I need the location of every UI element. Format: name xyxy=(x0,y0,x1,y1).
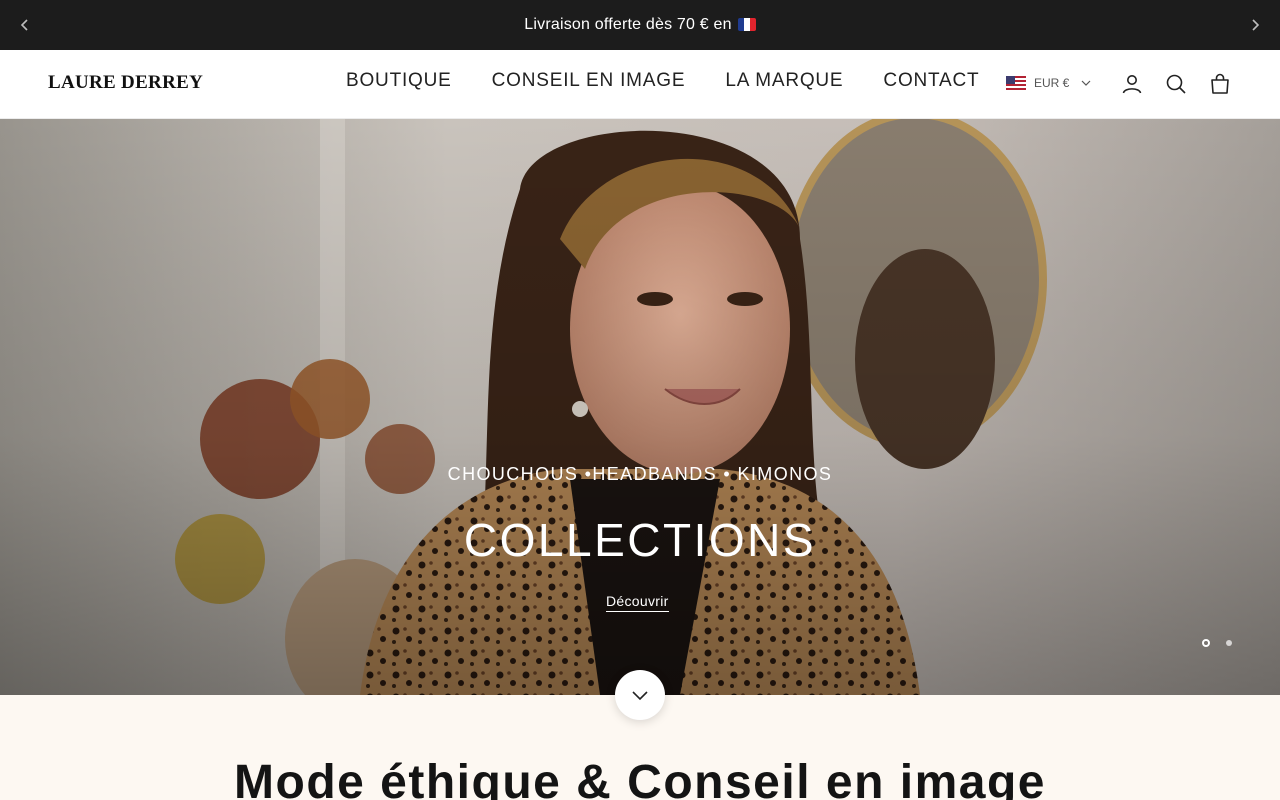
section-heading: Mode éthique & Conseil en image xyxy=(234,756,1046,800)
chevron-down-icon xyxy=(1081,80,1091,86)
announcement-bar: Livraison offerte dès 70 € en xyxy=(0,0,1280,50)
discover-link[interactable]: Découvrir xyxy=(606,593,669,612)
search-icon[interactable] xyxy=(1164,72,1188,96)
announcement-text: Livraison offerte dès 70 € en xyxy=(524,16,732,33)
nav-item-la-marque[interactable]: LA MARQUE xyxy=(725,70,843,92)
slide-dot-2[interactable] xyxy=(1226,640,1232,646)
announcement-message: Livraison offerte dès 70 € en xyxy=(524,16,756,34)
slide-dot-1[interactable] xyxy=(1202,639,1210,647)
main-nav: BOUTIQUE CONSEIL EN IMAGE LA MARQUE CONT… xyxy=(346,70,979,92)
currency-label: EUR € xyxy=(1034,76,1070,90)
france-flag-icon xyxy=(737,18,756,31)
nav-item-boutique[interactable]: BOUTIQUE xyxy=(346,70,452,92)
site-header: LAURE DERREY BOUTIQUE CONSEIL EN IMAGE L… xyxy=(0,50,1280,119)
chevron-right-icon[interactable] xyxy=(1247,17,1263,33)
account-icon[interactable] xyxy=(1120,72,1144,96)
hero-title: COLLECTIONS xyxy=(463,514,817,566)
slide-dots xyxy=(1202,639,1232,647)
currency-selector[interactable]: EUR € xyxy=(1006,76,1091,90)
hero-subtitle: CHOUCHOUS •HEADBANDS • KIMONOS xyxy=(447,464,833,484)
nav-item-conseil-en-image[interactable]: CONSEIL EN IMAGE xyxy=(492,70,686,92)
hero-slideshow: CHOUCHOUS •HEADBANDS • KIMONOS COLLECTIO… xyxy=(0,119,1280,695)
brand-logo[interactable]: LAURE DERREY xyxy=(48,72,203,94)
us-flag-icon xyxy=(1006,76,1026,90)
bag-icon[interactable] xyxy=(1208,72,1232,96)
chevron-left-icon[interactable] xyxy=(17,17,33,33)
nav-item-contact[interactable]: CONTACT xyxy=(883,70,979,92)
scroll-down-button[interactable] xyxy=(615,670,665,720)
chevron-down-icon xyxy=(632,691,648,701)
